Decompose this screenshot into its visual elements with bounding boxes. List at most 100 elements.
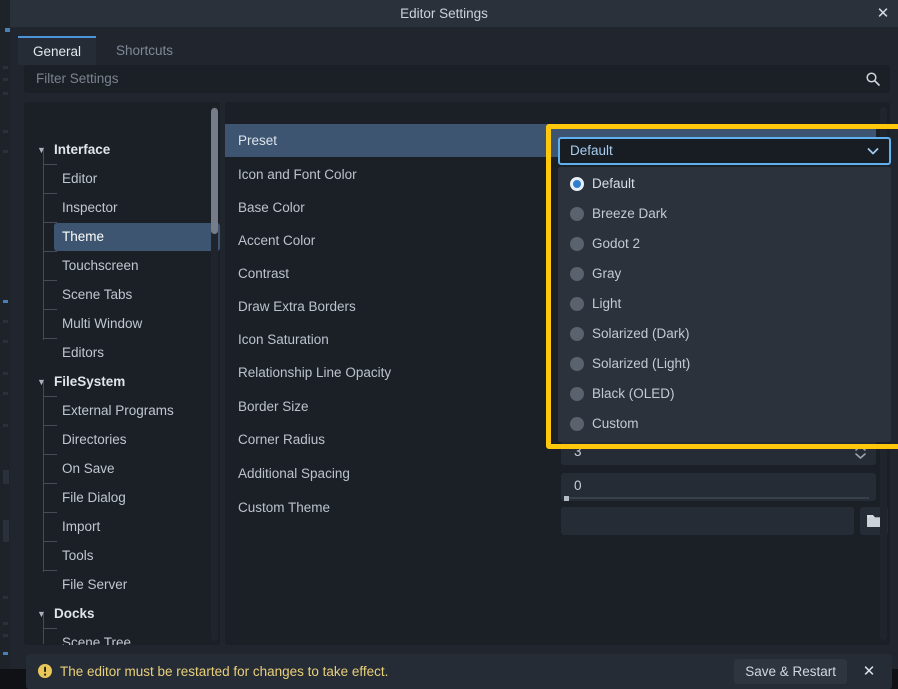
sidebar-item-multi-window[interactable]: Multi Window (24, 310, 206, 338)
search-icon (866, 72, 880, 86)
dropdown-option-custom[interactable]: Custom (558, 409, 891, 439)
save-and-restart-button[interactable]: Save & Restart (734, 659, 847, 684)
radio-icon (570, 357, 584, 371)
filter-settings-input[interactable]: Filter Settings (24, 65, 890, 93)
tab-bar: General Shortcuts (18, 36, 890, 65)
bg-bit (3, 78, 8, 81)
bg-bit (3, 622, 8, 625)
dropdown-option-gray[interactable]: Gray (558, 259, 891, 289)
bg-bit (3, 470, 9, 484)
sidebar-item-docks[interactable]: ▼ Docks (24, 600, 206, 628)
property-label: Relationship Line Opacity (238, 365, 392, 380)
chevron-down-icon: ▼ (37, 377, 46, 387)
property-label: Custom Theme (238, 500, 331, 515)
dismiss-warning-icon[interactable]: ✕ (858, 654, 880, 689)
sidebar-item-editor[interactable]: Editor (24, 165, 206, 193)
tab-general[interactable]: General (18, 36, 97, 65)
dropdown-option-label: Custom (592, 416, 639, 431)
settings-category-tree[interactable]: ▼ Interface Editor Inspector Theme Touch… (24, 102, 220, 645)
sidebar-item-file-dialog[interactable]: File Dialog (24, 484, 206, 512)
property-label: Preset (238, 133, 278, 148)
dropdown-option-godot-2[interactable]: Godot 2 (558, 229, 891, 259)
sidebar-item-theme[interactable]: Theme (54, 223, 220, 251)
radio-icon (570, 327, 584, 341)
sidebar-item-scene-tabs[interactable]: Scene Tabs (24, 281, 206, 309)
property-label: Border Size (238, 399, 309, 414)
dropdown-option-label: Default (592, 176, 635, 191)
bg-bit (3, 320, 8, 323)
radio-icon (570, 177, 584, 191)
corner-radius-spinbox[interactable]: 3 (561, 439, 876, 465)
dropdown-option-label: Gray (592, 266, 622, 281)
bg-bit (3, 392, 8, 395)
dropdown-option-label: Solarized (Dark) (592, 326, 690, 341)
dropdown-option-default[interactable]: Default (558, 169, 891, 199)
window-close-icon[interactable]: ✕ (872, 3, 894, 24)
property-label: Additional Spacing (238, 466, 350, 481)
property-label: Icon Saturation (238, 332, 329, 347)
radio-icon (570, 297, 584, 311)
chevron-down-icon (867, 148, 879, 155)
radio-icon (570, 417, 584, 431)
custom-theme-path-input[interactable] (561, 507, 854, 535)
dropdown-option-black-oled[interactable]: Black (OLED) (558, 379, 891, 409)
sidebar-scrollbar-thumb[interactable] (211, 108, 218, 234)
sidebar-item-label: Inspector (62, 200, 118, 215)
dropdown-option-label: Black (OLED) (592, 386, 675, 401)
sidebar-item-label: Scene Tree (62, 635, 132, 645)
spinner-arrows-icon[interactable] (854, 443, 867, 461)
bg-bit (3, 340, 8, 343)
sidebar-item-editors[interactable]: Editors (24, 339, 206, 367)
property-label: Corner Radius (238, 432, 326, 447)
sidebar-item-external-programs[interactable]: External Programs (24, 397, 206, 425)
sidebar-item-label: Docks (54, 606, 95, 621)
sidebar-item-on-save[interactable]: On Save (24, 455, 206, 483)
editor-settings-window: Editor Settings ✕ General Shortcuts Filt… (10, 0, 898, 689)
tab-shortcuts[interactable]: Shortcuts (101, 36, 188, 65)
dropdown-option-solarized-dark[interactable]: Solarized (Dark) (558, 319, 891, 349)
chevron-down-icon: ▼ (37, 609, 46, 619)
sidebar-item-label: File Dialog (62, 490, 126, 505)
dropdown-option-label: Godot 2 (592, 236, 641, 251)
dialog-body: General Shortcuts Filter Settings ▼ Inte… (10, 27, 898, 689)
window-titlebar: Editor Settings ✕ (10, 0, 898, 27)
sidebar-item-label: Touchscreen (62, 258, 139, 273)
radio-icon (570, 207, 584, 221)
sidebar-item-interface[interactable]: ▼ Interface (24, 136, 206, 164)
bg-bit (3, 652, 8, 655)
property-label: Accent Color (238, 233, 316, 248)
sidebar-item-label: Theme (62, 229, 105, 244)
dropdown-option-solarized-light[interactable]: Solarized (Light) (558, 349, 891, 379)
additional-spacing-value: 0 (574, 478, 582, 493)
sidebar-item-label: External Programs (62, 403, 174, 418)
dropdown-option-breeze-dark[interactable]: Breeze Dark (558, 199, 891, 229)
sidebar-item-label: Interface (54, 142, 111, 157)
preset-combobox[interactable]: Default (558, 137, 891, 165)
sidebar-item-label: FileSystem (54, 374, 126, 389)
chevron-down-icon: ▼ (37, 145, 46, 155)
additional-spacing-slider-handle[interactable] (564, 496, 569, 501)
sidebar-item-scene-tree[interactable]: Scene Tree (24, 629, 206, 645)
sidebar-item-file-server[interactable]: File Server (24, 571, 206, 599)
sidebar-item-filesystem[interactable]: ▼ FileSystem (24, 368, 206, 396)
radio-icon (570, 237, 584, 251)
additional-spacing-spinbox[interactable]: 0 (561, 473, 876, 501)
dropdown-option-label: Breeze Dark (592, 206, 668, 221)
sidebar-item-label: File Server (62, 577, 128, 592)
property-label: Icon and Font Color (238, 167, 357, 182)
sidebar-item-inspector[interactable]: Inspector (24, 194, 206, 222)
preset-dropdown-popup[interactable]: Default Breeze Dark Godot 2 Gray Light S… (558, 167, 891, 442)
additional-spacing-slider-track[interactable] (567, 497, 869, 499)
radio-icon (570, 267, 584, 281)
sidebar-item-directories[interactable]: Directories (24, 426, 206, 454)
dropdown-option-label: Solarized (Light) (592, 356, 691, 371)
bg-bit (3, 150, 8, 153)
sidebar-item-touchscreen[interactable]: Touchscreen (24, 252, 206, 280)
dropdown-option-light[interactable]: Light (558, 289, 891, 319)
sidebar-item-label: Import (62, 519, 101, 534)
bg-bit (3, 130, 8, 133)
sidebar-item-label: Directories (62, 432, 127, 447)
bg-bit (3, 66, 8, 69)
sidebar-item-import[interactable]: Import (24, 513, 206, 541)
sidebar-item-tools[interactable]: Tools (24, 542, 206, 570)
